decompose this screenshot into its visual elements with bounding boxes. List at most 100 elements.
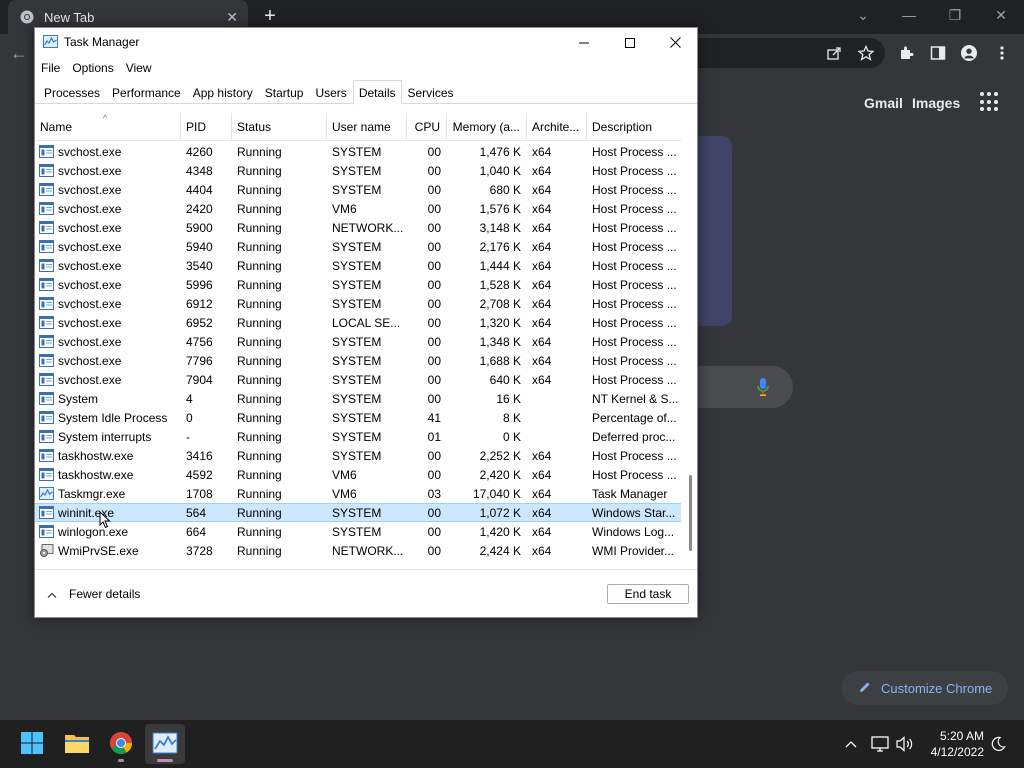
table-row[interactable]: svchost.exe 7796 Running SYSTEM 00 1,688 K x64… xyxy=(35,351,681,370)
process-name: svchost.exe xyxy=(35,373,181,387)
table-row[interactable]: svchost.exe 4260 Running SYSTEM 00 1,476 K x64… xyxy=(35,142,681,161)
customize-chrome-button[interactable]: Customize Chrome xyxy=(842,671,1008,705)
menu-file[interactable]: File xyxy=(35,57,66,79)
focus-assist-moon-icon[interactable] xyxy=(990,720,1006,768)
process-name: svchost.exe xyxy=(35,183,181,197)
process-name: svchost.exe xyxy=(35,240,181,254)
close-button[interactable] xyxy=(652,28,698,57)
process-user: SYSTEM xyxy=(332,505,382,520)
process-name: svchost.exe xyxy=(35,164,181,178)
tab-processes[interactable]: Processes xyxy=(38,80,106,104)
column-header-status[interactable]: Status xyxy=(232,113,327,141)
column-header-user-name[interactable]: User name xyxy=(327,113,407,141)
start-button[interactable] xyxy=(12,724,52,764)
table-row[interactable]: Taskmgr.exe 1708 Running VM6 03 17,040 K x64 Ta… xyxy=(35,484,681,503)
extensions-icon[interactable] xyxy=(898,45,914,61)
table-row[interactable]: winlogon.exe 664 Running SYSTEM 00 1,420 K x64… xyxy=(35,522,681,541)
table-row[interactable]: svchost.exe 7904 Running SYSTEM 00 640 K x64 Ho… xyxy=(35,370,681,389)
process-pid: 4404 xyxy=(186,182,213,197)
tab-startup[interactable]: Startup xyxy=(259,80,310,104)
tab-users[interactable]: Users xyxy=(309,80,352,104)
column-header-architecture[interactable]: Archite... xyxy=(527,113,587,141)
process-memory: 16 K xyxy=(496,391,521,406)
new-tab-icon[interactable]: + xyxy=(260,6,280,26)
fewer-details-button[interactable]: Fewer details xyxy=(47,587,140,601)
tab-performance[interactable]: Performance xyxy=(106,80,187,104)
tab-close-icon[interactable]: ✕ xyxy=(226,9,238,26)
table-row[interactable]: System Idle Process 0 Running SYSTEM 41 8 K Pe… xyxy=(35,408,681,427)
taskbar-file-explorer[interactable] xyxy=(57,724,97,764)
side-panel-icon[interactable] xyxy=(930,45,946,61)
table-row[interactable]: svchost.exe 4348 Running SYSTEM 00 1,040 K x64… xyxy=(35,161,681,180)
table-row[interactable]: svchost.exe 4404 Running SYSTEM 00 680 K x64 Ho… xyxy=(35,180,681,199)
taskbar-task-manager[interactable] xyxy=(145,724,185,764)
column-header-name[interactable]: ^ Name xyxy=(35,113,181,141)
volume-icon[interactable] xyxy=(896,720,914,768)
tab-services[interactable]: Services xyxy=(402,80,460,104)
column-header-cpu[interactable]: CPU xyxy=(407,113,447,141)
task-manager-titlebar[interactable]: Task Manager xyxy=(35,28,697,57)
microphone-icon[interactable] xyxy=(756,377,770,397)
process-description: Host Process ... xyxy=(592,201,677,216)
maximize-button[interactable] xyxy=(607,28,653,57)
end-task-button[interactable]: End task xyxy=(607,584,689,604)
google-apps-icon[interactable] xyxy=(980,92,1000,112)
table-row[interactable]: taskhostw.exe 3416 Running SYSTEM 00 2,252 K x… xyxy=(35,446,681,465)
vertical-scrollbar[interactable] xyxy=(689,475,692,551)
process-architecture: x64 xyxy=(532,448,552,463)
images-link[interactable]: Images xyxy=(912,95,960,111)
table-row[interactable]: wininit.exe 564 Running SYSTEM 00 1,072 Kx64 W… xyxy=(35,503,681,522)
table-row[interactable]: System interrupts - Running SYSTEM 01 0 K Defe… xyxy=(35,427,681,446)
close-icon[interactable]: ✕ xyxy=(978,0,1024,30)
table-row[interactable]: svchost.exe 6912 Running SYSTEM 00 2,708 K x64… xyxy=(35,294,681,313)
column-header-description[interactable]: Description xyxy=(587,113,681,141)
chevron-down-icon[interactable]: ⌄ xyxy=(840,0,886,30)
bookmark-star-icon[interactable] xyxy=(858,45,874,61)
back-arrow-icon[interactable]: ← xyxy=(10,43,28,64)
process-status: Running xyxy=(237,353,282,368)
address-bar[interactable] xyxy=(690,38,885,68)
process-name-text: svchost.exe xyxy=(58,353,122,368)
table-row[interactable]: svchost.exe 5940 Running SYSTEM 00 2,176 K x64… xyxy=(35,237,681,256)
table-row[interactable]: svchost.exe 6952 Running LOCAL SE... 00 1,320… xyxy=(35,313,681,332)
table-row[interactable]: WmiPrvSE.exe 3728 Running NETWORK... 00 2,424… xyxy=(35,541,681,560)
chrome-window-controls: ⌄ — ❐ ✕ xyxy=(840,0,1024,34)
table-row[interactable]: svchost.exe 4756 Running SYSTEM 00 1,348 K x64… xyxy=(35,332,681,351)
process-memory: 1,476 K xyxy=(479,144,521,159)
restore-icon[interactable]: ❐ xyxy=(932,0,978,30)
gmail-link[interactable]: Gmail xyxy=(864,95,903,111)
table-row[interactable]: svchost.exe 5900 Running NETWORK... 00 3,148 … xyxy=(35,218,681,237)
menu-options[interactable]: Options xyxy=(66,57,119,79)
process-description: NT Kernel & S... xyxy=(592,391,679,406)
process-memory: 0 K xyxy=(502,429,521,444)
share-icon[interactable] xyxy=(826,45,842,61)
table-row[interactable]: taskhostw.exe 4592 Running VM6 00 2,420 K x64 H… xyxy=(35,465,681,484)
column-header-memory[interactable]: Memory (a... xyxy=(447,113,527,141)
table-row[interactable]: svchost.exe 5996 Running SYSTEM 00 1,528 K x64… xyxy=(35,275,681,294)
table-row[interactable]: System 4 Running SYSTEM 00 16 K NT Kernel & S.… xyxy=(35,389,681,408)
process-description: Host Process ... xyxy=(592,220,677,235)
table-row[interactable]: svchost.exe 3540 Running SYSTEM 00 1,444 K x64… xyxy=(35,256,681,275)
tab-details[interactable]: Details xyxy=(352,80,402,105)
process-name: svchost.exe xyxy=(35,259,181,273)
google-search-box[interactable] xyxy=(690,366,793,408)
profile-avatar-icon[interactable] xyxy=(961,45,977,61)
minimize-button[interactable] xyxy=(561,28,607,57)
network-icon[interactable] xyxy=(871,720,889,768)
service-process-icon xyxy=(39,392,58,405)
process-pid: 664 xyxy=(186,524,207,539)
chrome-menu-icon[interactable] xyxy=(994,45,1010,61)
menu-view[interactable]: View xyxy=(120,57,158,79)
taskbar-chrome[interactable] xyxy=(101,724,141,764)
table-row[interactable]: svchost.exe 2420 Running VM6 00 1,576 K x64 Hos… xyxy=(35,199,681,218)
process-memory: 1,320 K xyxy=(479,315,521,330)
column-header-pid[interactable]: PID xyxy=(181,113,232,141)
process-user: SYSTEM xyxy=(332,334,382,349)
running-indicator xyxy=(118,759,124,762)
tab-app-history[interactable]: App history xyxy=(187,80,259,104)
taskbar-clock[interactable]: 5:20 AM 4/12/2022 xyxy=(924,728,984,760)
show-hidden-icons-chevron-icon[interactable] xyxy=(845,720,857,768)
process-pid: 3540 xyxy=(186,258,213,273)
minimize-icon[interactable]: — xyxy=(886,0,932,30)
service-process-icon xyxy=(39,221,58,234)
